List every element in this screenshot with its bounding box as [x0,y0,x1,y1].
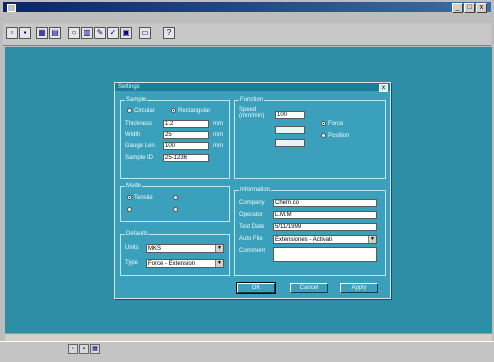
defaults-group-label: Defaults [125,230,150,238]
taskbar-icon[interactable]: ▦ [90,344,100,354]
gauge-length-label: Gauge Len. [125,143,157,149]
cancel-button[interactable]: Cancel [290,283,328,293]
dialog-title-bar: Settings x [115,83,390,92]
app-icon [7,4,16,12]
company-label: Company [239,200,265,206]
thickness-field[interactable]: 1.2 [163,120,209,128]
chevron-down-icon[interactable]: ▼ [215,245,223,252]
dialog-title: Settings [118,84,140,90]
width-unit: mm [213,132,223,138]
settings-dialog: Settings x Sample Circular Rectangular T… [114,82,391,299]
rectangular-label: Rectangular [178,108,211,114]
sample-id-field[interactable]: 25-1236 [163,154,209,162]
comment-label: Comment [239,248,266,254]
type-value: Force - Extension [148,261,196,267]
table-icon[interactable]: ▣ [120,27,132,39]
open-icon[interactable]: ▫ [6,27,18,39]
rectangular-radio[interactable] [171,108,176,113]
close-button[interactable]: x [476,3,487,13]
mode-option-2-radio[interactable] [173,195,178,200]
position-label: Position [328,133,350,139]
thickness-unit: mm [213,121,223,127]
information-group-label: Information [239,186,272,194]
units-value: MKS [148,246,162,252]
sample-id-label: Sample ID [125,155,154,161]
circular-radio[interactable] [127,108,132,113]
sample-group: Sample Circular Rectangular Thickness 1.… [120,96,230,179]
gauge-length-field[interactable]: 100 [163,142,209,150]
menu-bar [3,13,494,22]
taskbar: ▫ ▪ ▦ [0,341,494,362]
gauge-length-unit: mm [213,143,223,149]
sample-group-label: Sample [125,96,148,104]
position-radio[interactable] [321,133,326,138]
window-icon[interactable]: ▭ [139,27,151,39]
save-icon[interactable]: ▪ [19,27,31,39]
application-window: _ □ x ▫ ▪ ▦ ▤ ○ ▥ ✎ ✓ ▣ ▭ ? ▫ ▪ ▦ Settin… [0,0,494,362]
toolbar: ▫ ▪ ▦ ▤ ○ ▥ ✎ ✓ ▣ ▭ ? [3,23,491,46]
speed-field[interactable]: 100 [275,111,305,119]
dialog-close-button[interactable]: x [379,84,388,92]
units-label: Units [125,245,139,251]
test-date-label: Test Date [239,224,265,230]
test-date-field[interactable]: 5/11/1999 [273,223,377,231]
chart-icon[interactable]: ▥ [81,27,93,39]
title-bar: _ □ x [3,2,491,13]
units-select[interactable]: MKS ▼ [146,244,224,253]
function-field-2[interactable] [275,126,305,134]
mode-group: Mode Tensile [120,182,230,222]
zoom-icon[interactable]: ○ [68,27,80,39]
thickness-label: Thickness [125,121,153,127]
function-field-3[interactable] [275,139,305,147]
horizontal-scrollbar[interactable] [5,333,492,341]
auto-file-label: Auto File [239,236,263,242]
information-group: Information Company Chem co Operator L.M… [234,186,386,276]
minimize-button[interactable]: _ [452,3,463,13]
check-icon[interactable]: ✓ [107,27,119,39]
ok-button[interactable]: OK [236,282,276,294]
speed-label: Speed (mm/min) [239,107,265,119]
defaults-group: Defaults Units MKS ▼ Type Force - Extens… [120,230,230,276]
operator-field[interactable]: L.M.M [273,211,377,219]
company-field[interactable]: Chem co [273,199,377,207]
mode-group-label: Mode [125,182,143,190]
edit-icon[interactable]: ✎ [94,27,106,39]
force-label: Force [328,121,344,127]
taskbar-icon[interactable]: ▫ [68,344,78,354]
tensile-radio[interactable] [127,195,132,200]
maximize-button[interactable]: □ [464,3,475,13]
apply-button[interactable]: Apply [340,283,378,293]
width-field[interactable]: 25 [163,131,209,139]
function-group-label: Function [239,96,265,104]
function-group: Function Speed (mm/min) 100 Force Positi… [234,96,386,179]
comment-field[interactable] [273,247,377,262]
chevron-down-icon[interactable]: ▼ [215,260,223,267]
force-radio[interactable] [321,121,326,126]
mode-option-4-radio[interactable] [173,207,178,212]
circular-label: Circular [134,108,155,114]
tensile-label: Tensile [134,195,153,201]
width-label: Width [125,132,141,138]
calc-icon[interactable]: ▤ [49,27,61,39]
help-icon[interactable]: ? [163,27,175,39]
grid-icon[interactable]: ▦ [36,27,48,39]
taskbar-icon[interactable]: ▪ [79,344,89,354]
operator-label: Operator [239,212,263,218]
type-label: Type [125,260,139,266]
chevron-down-icon[interactable]: ▼ [368,236,376,243]
mode-option-3-radio[interactable] [127,207,132,212]
auto-file-value: Extensiones - Activati [275,237,333,243]
type-select[interactable]: Force - Extension ▼ [146,259,224,268]
auto-file-select[interactable]: Extensiones - Activati ▼ [273,235,377,244]
